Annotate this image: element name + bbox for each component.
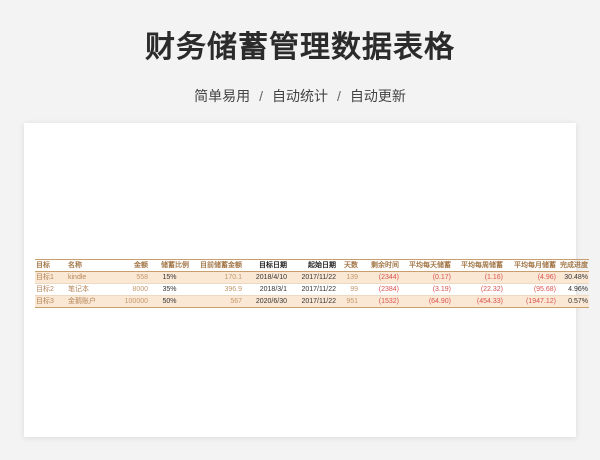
table-row: 目标2 笔记本 8000 35% 396.9 2018/3/1 2017/11/… bbox=[35, 284, 589, 296]
tag-auto-stats: 自动统计 bbox=[272, 88, 328, 104]
cell-current-saved[interactable]: 396.9 bbox=[190, 284, 243, 296]
cell-name[interactable]: 笔记本 bbox=[67, 284, 107, 296]
col-header-progress: 完成进度 bbox=[560, 262, 588, 269]
col-header-target: 目标 bbox=[36, 262, 50, 269]
cell-days[interactable]: 99 bbox=[337, 284, 359, 296]
cell-target-date[interactable]: 2018/4/10 bbox=[243, 271, 288, 284]
col-header-ratio: 储蓄比例 bbox=[161, 262, 189, 269]
cell-monthly[interactable]: (1947.12) bbox=[504, 295, 557, 308]
col-header-start-date: 起始日期 bbox=[308, 262, 336, 269]
col-header-current-saved: 目前储蓄金额 bbox=[200, 262, 242, 269]
cell-daily[interactable]: (64.90) bbox=[400, 295, 452, 308]
col-header-amount: 金额 bbox=[134, 262, 148, 269]
savings-table: 目标 名称 金额 储蓄比例 目前储蓄金额 目标日期 起始日期 天数 剩余时间 平… bbox=[35, 259, 589, 308]
col-header-daily: 平均每天储蓄 bbox=[409, 262, 451, 269]
cell-target[interactable]: 目标2 bbox=[35, 284, 67, 296]
cell-target-date[interactable]: 2020/6/30 bbox=[243, 295, 288, 308]
cell-start-date[interactable]: 2017/11/22 bbox=[288, 284, 337, 296]
cell-current-saved[interactable]: 567 bbox=[190, 295, 243, 308]
col-header-weekly: 平均每周储蓄 bbox=[461, 262, 503, 269]
cell-weekly[interactable]: (454.33) bbox=[452, 295, 504, 308]
cell-ratio[interactable]: 35% bbox=[149, 284, 190, 296]
tag-separator: / bbox=[259, 88, 263, 104]
cell-amount[interactable]: 100000 bbox=[107, 295, 149, 308]
cell-monthly[interactable]: (95.68) bbox=[504, 284, 557, 296]
table-row: 目标3 金鹅账户 100000 50% 567 2020/6/30 2017/1… bbox=[35, 295, 589, 308]
cell-target[interactable]: 目标1 bbox=[35, 271, 67, 284]
cell-target[interactable]: 目标3 bbox=[35, 295, 67, 308]
cell-days[interactable]: 139 bbox=[337, 271, 359, 284]
cell-start-date[interactable]: 2017/11/22 bbox=[288, 295, 337, 308]
cell-target-date[interactable]: 2018/3/1 bbox=[243, 284, 288, 296]
tag-easy: 简单易用 bbox=[194, 88, 251, 104]
tag-separator: / bbox=[337, 88, 341, 104]
cell-remaining[interactable]: (2344) bbox=[359, 271, 400, 284]
cell-daily[interactable]: (3.19) bbox=[400, 284, 452, 296]
col-header-remaining: 剩余时间 bbox=[371, 262, 399, 269]
cell-weekly[interactable]: (1.16) bbox=[452, 271, 504, 284]
cell-current-saved[interactable]: 170.1 bbox=[190, 271, 243, 284]
cell-amount[interactable]: 558 bbox=[107, 271, 149, 284]
col-header-target-date: 目标日期 bbox=[259, 262, 287, 269]
cell-amount[interactable]: 8000 bbox=[107, 284, 149, 296]
cell-weekly[interactable]: (22.32) bbox=[452, 284, 504, 296]
tag-auto-update: 自动更新 bbox=[349, 88, 406, 104]
cell-days[interactable]: 951 bbox=[337, 295, 359, 308]
cell-progress[interactable]: 0.57% bbox=[557, 295, 589, 308]
cell-progress[interactable]: 30.48% bbox=[557, 271, 589, 284]
table-header-row: 目标 名称 金额 储蓄比例 目前储蓄金额 目标日期 起始日期 天数 剩余时间 平… bbox=[35, 259, 589, 272]
cell-name[interactable]: kindle bbox=[67, 271, 107, 284]
page-title: 财务储蓄管理数据表格 bbox=[145, 31, 455, 64]
feature-tags: 简单易用 / 自动统计 / 自动更新 bbox=[0, 86, 600, 106]
spreadsheet-preview: 目标 名称 金额 储蓄比例 目前储蓄金额 目标日期 起始日期 天数 剩余时间 平… bbox=[24, 123, 589, 437]
table-row: 目标1 kindle 558 15% 170.1 2018/4/10 2017/… bbox=[35, 271, 589, 284]
col-header-monthly: 平均每月储蓄 bbox=[514, 262, 556, 269]
cell-start-date[interactable]: 2017/11/22 bbox=[288, 271, 337, 284]
cell-daily[interactable]: (0.17) bbox=[400, 271, 452, 284]
cell-ratio[interactable]: 15% bbox=[149, 271, 190, 284]
cell-ratio[interactable]: 50% bbox=[149, 295, 190, 308]
cell-name[interactable]: 金鹅账户 bbox=[67, 295, 107, 308]
cell-progress[interactable]: 4.96% bbox=[557, 284, 589, 296]
cell-monthly[interactable]: (4.96) bbox=[504, 271, 557, 284]
cell-remaining[interactable]: (2384) bbox=[359, 284, 400, 296]
col-header-name: 名称 bbox=[68, 262, 82, 269]
cell-remaining[interactable]: (1532) bbox=[359, 295, 400, 308]
col-header-days: 天数 bbox=[344, 262, 358, 269]
